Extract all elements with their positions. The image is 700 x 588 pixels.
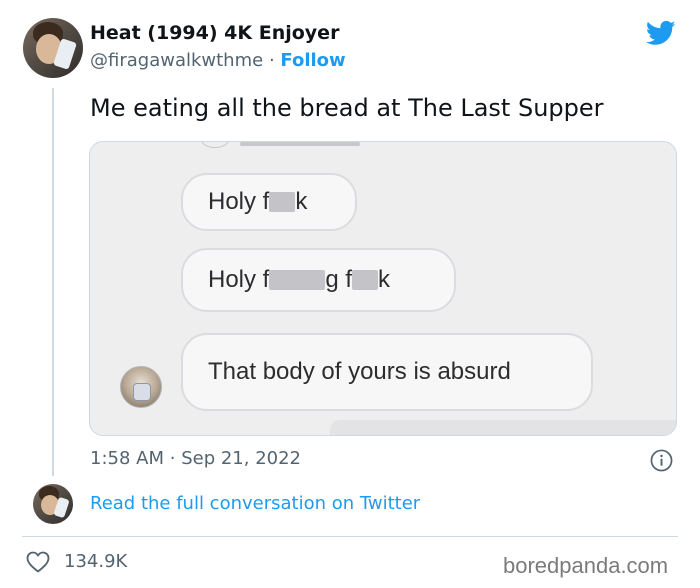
handle-separator: · <box>268 50 275 71</box>
tweet-timestamp[interactable]: 1:58 AM · Sep 21, 2022 <box>90 448 301 469</box>
message-text-start: Holy f <box>208 266 270 293</box>
author-handle[interactable]: @firagawalkwthme <box>90 50 263 71</box>
read-conversation-link[interactable]: Read the full conversation on Twitter <box>90 493 420 514</box>
message-text-start: Holy f <box>208 188 270 215</box>
censor-blur <box>269 192 296 212</box>
message-input-edge <box>330 420 676 435</box>
divider <box>22 536 678 537</box>
heart-icon[interactable] <box>26 551 50 573</box>
info-icon[interactable] <box>650 449 673 472</box>
message-text-middle: g f <box>325 266 353 293</box>
author-avatar[interactable] <box>23 18 83 78</box>
message-bubble: Holy f g f k <box>181 248 456 312</box>
timestamp-separator: · <box>169 448 176 469</box>
conversation-avatar[interactable] <box>33 484 73 524</box>
thread-line <box>52 88 54 476</box>
like-count[interactable]: 134.9K <box>64 551 127 572</box>
author-handle-row: @firagawalkwthme · Follow <box>90 50 346 71</box>
message-text-end: k <box>378 266 391 293</box>
watermark: boredpanda.com <box>503 553 669 578</box>
message-text: That body of yours is absurd <box>208 358 511 385</box>
cropped-previous-message <box>200 142 360 149</box>
author-name[interactable]: Heat (1994) 4K Enjoyer <box>90 22 339 44</box>
censor-blur <box>269 270 326 290</box>
message-bubble: That body of yours is absurd <box>181 333 593 411</box>
twitter-bird-icon[interactable] <box>644 18 678 48</box>
tweet-text: Me eating all the bread at The Last Supp… <box>90 94 604 122</box>
tweet-time: 1:58 AM <box>90 448 164 469</box>
message-bubble: Holy f k <box>181 173 357 231</box>
follow-button[interactable]: Follow <box>280 50 345 71</box>
tweet-media[interactable]: Holy f k Holy f g f k That body of yours is… <box>89 141 677 436</box>
message-text-end: k <box>295 188 308 215</box>
tweet-date: Sep 21, 2022 <box>181 448 302 469</box>
sender-avatar <box>120 366 162 408</box>
censor-blur <box>352 270 379 290</box>
